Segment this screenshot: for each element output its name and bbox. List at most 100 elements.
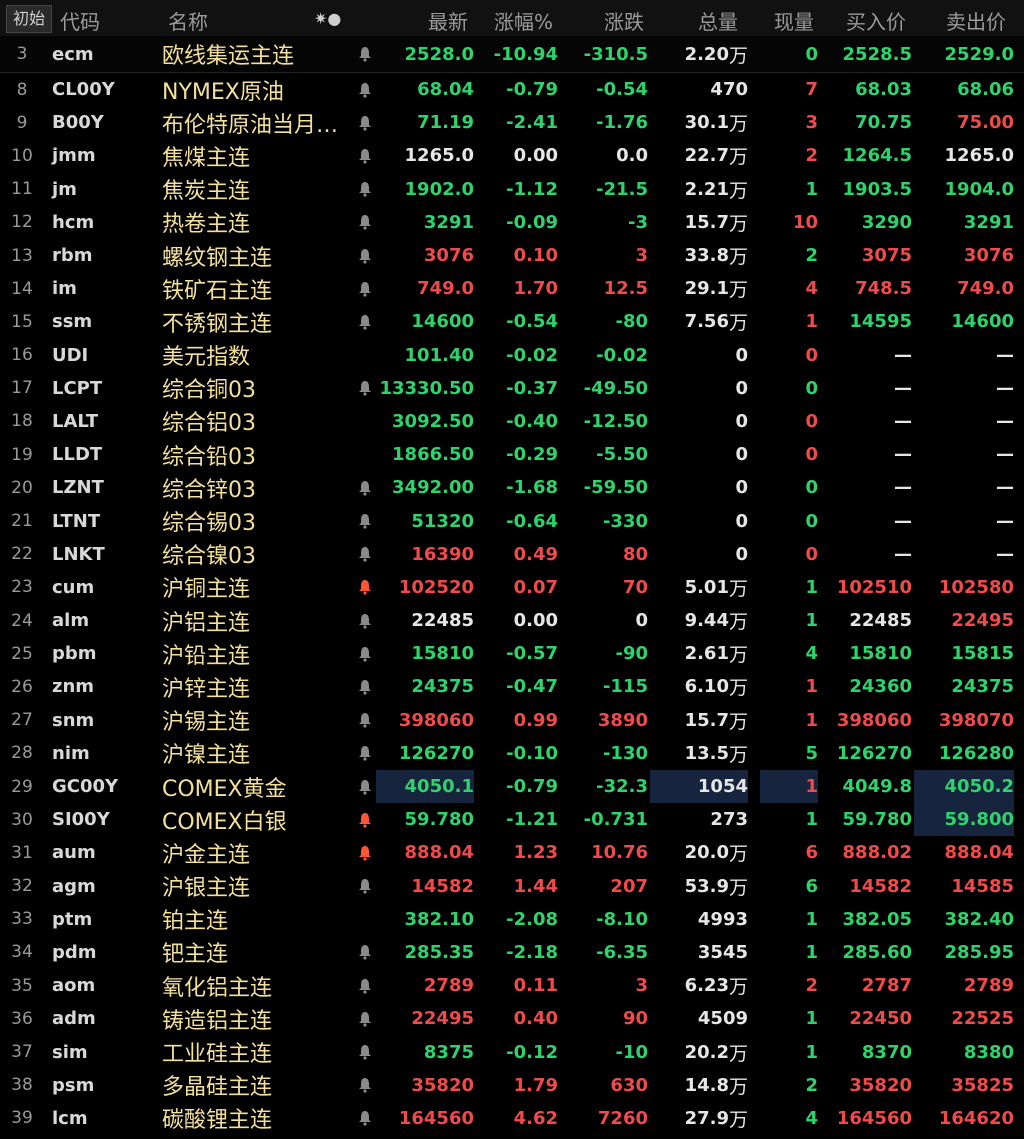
volume-number: 9.44 — [684, 610, 729, 632]
alert-bell-icon[interactable] — [355, 604, 375, 637]
alert-bell-icon[interactable] — [355, 305, 375, 338]
alert-bell-icon[interactable] — [355, 704, 375, 737]
alert-bell-icon[interactable] — [355, 969, 375, 1002]
alert-bell-icon[interactable] — [355, 538, 375, 571]
header-ask[interactable]: 卖出价 — [946, 6, 1006, 35]
last-price: 3492.00 — [392, 477, 474, 499]
contract-code: alm — [52, 610, 90, 632]
alert-bell-icon[interactable] — [355, 36, 375, 72]
table-row[interactable]: 26 znm 沪锌主连 24375 -0.47 -115 6.10 万 1 24360 24375 — [0, 670, 1024, 703]
table-row[interactable]: 15 ssm 不锈钢主连 14600 -0.54 -80 7.56 万 1 14595 14600 — [0, 305, 1024, 338]
ask-price: 398070 — [938, 709, 1014, 731]
table-row[interactable]: 17 LCPT 综合铜03 13330.50 -0.37 -49.50 0 0 — — — [0, 372, 1024, 405]
header-cur[interactable]: 现量 — [774, 6, 814, 35]
alert-bell-icon[interactable] — [355, 139, 375, 172]
alert-bell-icon[interactable] — [355, 936, 375, 969]
table-row[interactable]: 23 cum 沪铜主连 102520 0.07 70 5.01 万 1 102510 102580 — [0, 571, 1024, 604]
column-header: 初始 代码 名称 ✷● 最新 涨幅% 涨跌 总量 现量 买入价 卖出价 — [0, 0, 1024, 38]
alert-bell-icon[interactable] — [355, 471, 375, 504]
table-row[interactable]: 28 nim 沪镍主连 126270 -0.10 -130 13.5 万 5 126270 1262… — [0, 737, 1024, 770]
alert-bell-icon[interactable] — [355, 903, 375, 936]
alert-bell-icon[interactable] — [355, 73, 375, 106]
alert-bell-icon[interactable] — [355, 1035, 375, 1068]
alert-bell-icon[interactable] — [355, 405, 375, 438]
alert-bell-icon[interactable] — [355, 637, 375, 670]
table-row[interactable]: 24 alm 沪铝主连 22485 0.00 0 9.44 万 1 22485 22495 — [0, 604, 1024, 637]
bid-price: 2787 — [861, 975, 912, 997]
alert-bell-icon[interactable] — [355, 106, 375, 139]
table-row[interactable]: 35 aom 氧化铝主连 2789 0.11 3 6.23 万 2 2787 2789 — [0, 969, 1024, 1002]
table-row[interactable]: 18 LALT 综合铝03 3092.50 -0.40 -12.50 0 0 — — — [0, 405, 1024, 438]
table-row[interactable]: 33 ptm 铂主连 382.10 -2.08 -8.10 4993 1 382.05 382.4… — [0, 903, 1024, 936]
alert-bell-icon[interactable] — [355, 1102, 375, 1135]
alert-bell-icon[interactable] — [355, 173, 375, 206]
table-row[interactable]: 32 agm 沪银主连 14582 1.44 207 53.9 万 6 14582 14585 — [0, 870, 1024, 903]
header-last[interactable]: 最新 — [428, 6, 468, 35]
table-row[interactable]: 9 B00Y 布伦特原油当月… 71.19 -2.41 -1.76 30.1 万 3 70.75 7… — [0, 106, 1024, 139]
table-row[interactable]: 16 UDI 美元指数 101.40 -0.02 -0.02 0 0 — — — [0, 339, 1024, 372]
total-volume: 29.1 万 — [650, 272, 748, 305]
table-row[interactable]: 37 sim 工业硅主连 8375 -0.12 -10 20.2 万 1 8370 8380 — [0, 1035, 1024, 1068]
total-volume: 0 — [650, 438, 748, 471]
header-vol[interactable]: 总量 — [698, 6, 738, 35]
alert-bell-icon[interactable] — [355, 339, 375, 372]
alert-bell-icon[interactable] — [355, 836, 375, 869]
header-pct[interactable]: 涨幅% — [494, 6, 553, 35]
reset-button[interactable]: 初始 — [6, 5, 52, 33]
table-row[interactable]: 29 GC00Y COMEX黄金 4050.1 -0.79 -32.3 1054 1 4049.… — [0, 769, 1024, 804]
alert-bell-icon[interactable] — [355, 670, 375, 703]
contract-name: 不锈钢主连 — [162, 311, 273, 337]
table-row[interactable]: 34 pdm 钯主连 285.35 -2.18 -6.35 3545 1 285.60 285.9… — [0, 936, 1024, 969]
table-row[interactable]: 25 pbm 沪铅主连 15810 -0.57 -90 2.61 万 4 15810 15815 — [0, 637, 1024, 670]
header-code[interactable]: 代码 — [60, 6, 100, 35]
alert-bell-icon[interactable] — [355, 870, 375, 903]
alert-bell-icon[interactable] — [355, 206, 375, 239]
change-value: -21.5 — [596, 178, 648, 200]
contract-code: SI00Y — [52, 809, 110, 831]
volume-number: 0 — [735, 444, 748, 466]
contract-name: 欧线集运主连 — [162, 44, 295, 69]
volume-number: 29.1 — [684, 278, 729, 300]
header-name[interactable]: 名称 — [168, 6, 208, 35]
current-volume: 0 — [805, 477, 818, 499]
alert-bell-icon[interactable] — [355, 737, 375, 770]
table-row[interactable]: 31 aum 沪金主连 888.04 1.23 10.76 20.0 万 6 888.02 888.… — [0, 836, 1024, 869]
header-chg[interactable]: 涨跌 — [604, 6, 644, 35]
alert-bell-icon[interactable] — [355, 1069, 375, 1102]
table-row[interactable]: 12 hcm 热卷主连 3291 -0.09 -3 15.7 万 10 3290 3291 — [0, 206, 1024, 239]
table-row[interactable]: 27 snm 沪锡主连 398060 0.99 3890 15.7 万 1 398060 39807… — [0, 704, 1024, 737]
change-percent: -10.94 — [493, 43, 558, 65]
ask-price: 2529.0 — [944, 43, 1014, 65]
table-row[interactable]: 13 rbm 螺纹钢主连 3076 0.10 3 33.8 万 2 3075 3076 — [0, 239, 1024, 272]
table-row[interactable]: 11 jm 焦炭主连 1902.0 -1.12 -21.5 2.21 万 1 1903.5 1904… — [0, 173, 1024, 206]
table-row[interactable]: 22 LNKT 综合镍03 16390 0.49 80 0 0 — — — [0, 538, 1024, 571]
row-index: 15 — [11, 311, 33, 332]
table-row[interactable]: 10 jmm 焦煤主连 1265.0 0.00 0.0 22.7 万 2 1264.5 1265.0 — [0, 139, 1024, 172]
table-row[interactable]: 36 adm 铸造铝主连 22495 0.40 90 4509 1 22450 22525 — [0, 1002, 1024, 1035]
bid-price: — — [894, 477, 912, 499]
change-percent: -0.09 — [506, 211, 558, 233]
header-bid[interactable]: 买入价 — [846, 6, 906, 35]
table-row[interactable]: 39 lcm 碳酸锂主连 164560 4.62 7260 27.9 万 4 164560 1646… — [0, 1102, 1024, 1135]
table-row[interactable]: 21 LTNT 综合锡03 51320 -0.64 -330 0 0 — — — [0, 504, 1024, 537]
table-row[interactable]: 30 SI00Y COMEX白银 59.780 -1.21 -0.731 273 1 59.78… — [0, 803, 1024, 837]
alert-bell-icon[interactable] — [355, 770, 375, 803]
table-row[interactable]: 38 psm 多晶硅主连 35820 1.79 630 14.8 万 2 35820 35825 — [0, 1069, 1024, 1102]
alert-bell-icon[interactable] — [355, 438, 375, 471]
table-row[interactable]: 8 CL00Y NYMEX原油 68.04 -0.79 -0.54 470 7 68.03 68.… — [0, 73, 1024, 106]
alert-bell-icon[interactable] — [355, 372, 375, 405]
table-row[interactable]: 20 LZNT 综合锌03 3492.00 -1.68 -59.50 0 0 — — — [0, 471, 1024, 504]
alert-bell-icon[interactable] — [355, 272, 375, 305]
bid-price: 70.75 — [855, 112, 912, 134]
change-percent: -1.21 — [506, 809, 558, 831]
table-row[interactable]: 19 LLDT 综合铅03 1866.50 -0.29 -5.50 0 0 — — — [0, 438, 1024, 471]
table-row[interactable]: 14 im 铁矿石主连 749.0 1.70 12.5 29.1 万 4 748.5 749.0 — [0, 272, 1024, 305]
alert-bell-icon[interactable] — [355, 239, 375, 272]
contract-code: hcm — [52, 211, 95, 233]
alert-bell-icon[interactable] — [355, 803, 375, 836]
alert-bell-icon[interactable] — [355, 571, 375, 604]
alert-bell-icon[interactable] — [355, 1002, 375, 1035]
column-tools-icon[interactable]: ✷● — [314, 9, 341, 28]
pinned-row[interactable]: 3 ecm 欧线集运主连 2528.0 -10.94 -310.5 2.20 万 0 2528.5… — [0, 36, 1024, 73]
alert-bell-icon[interactable] — [355, 504, 375, 537]
